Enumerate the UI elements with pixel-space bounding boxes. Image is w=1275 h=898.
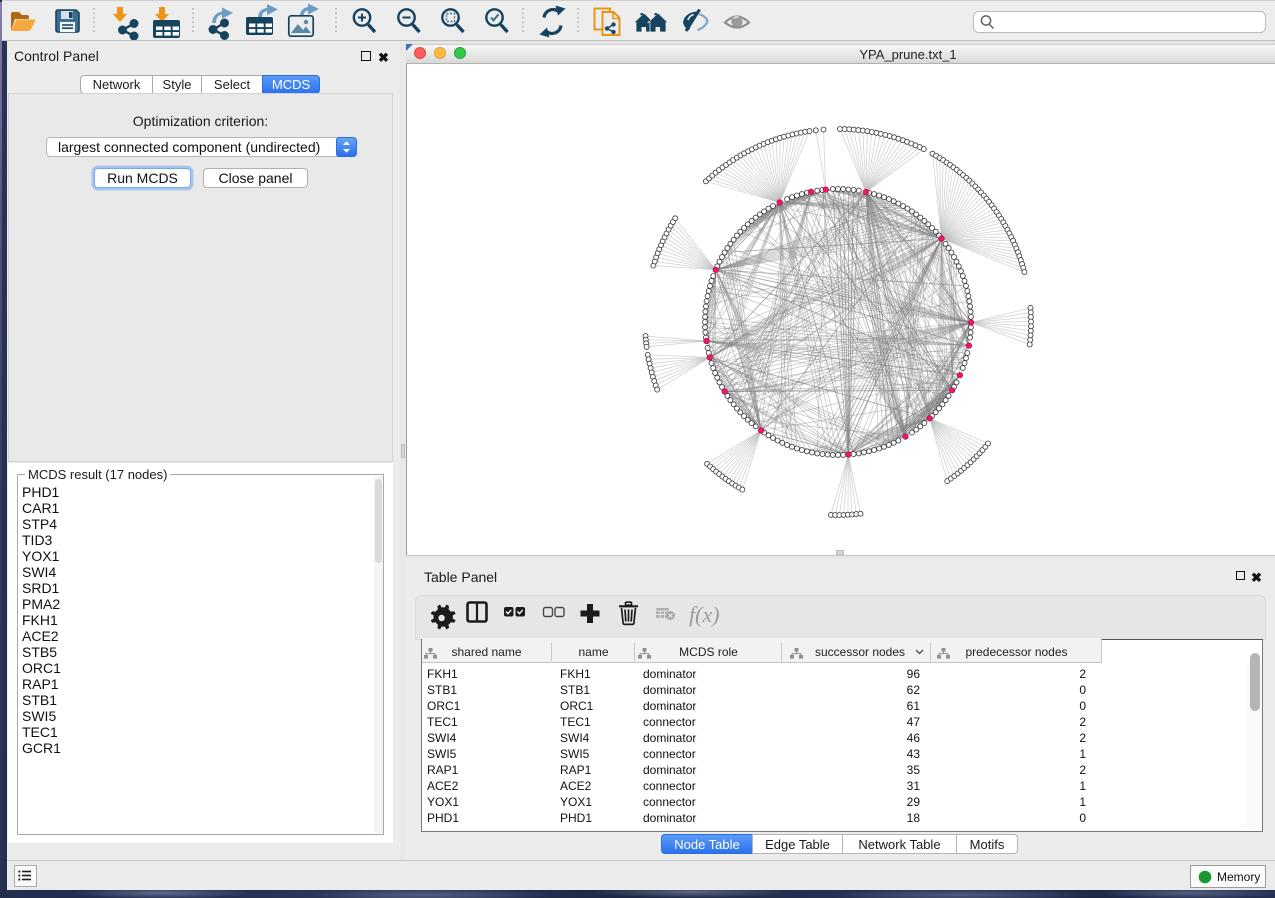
svg-text:f(x): f(x)	[689, 602, 720, 627]
